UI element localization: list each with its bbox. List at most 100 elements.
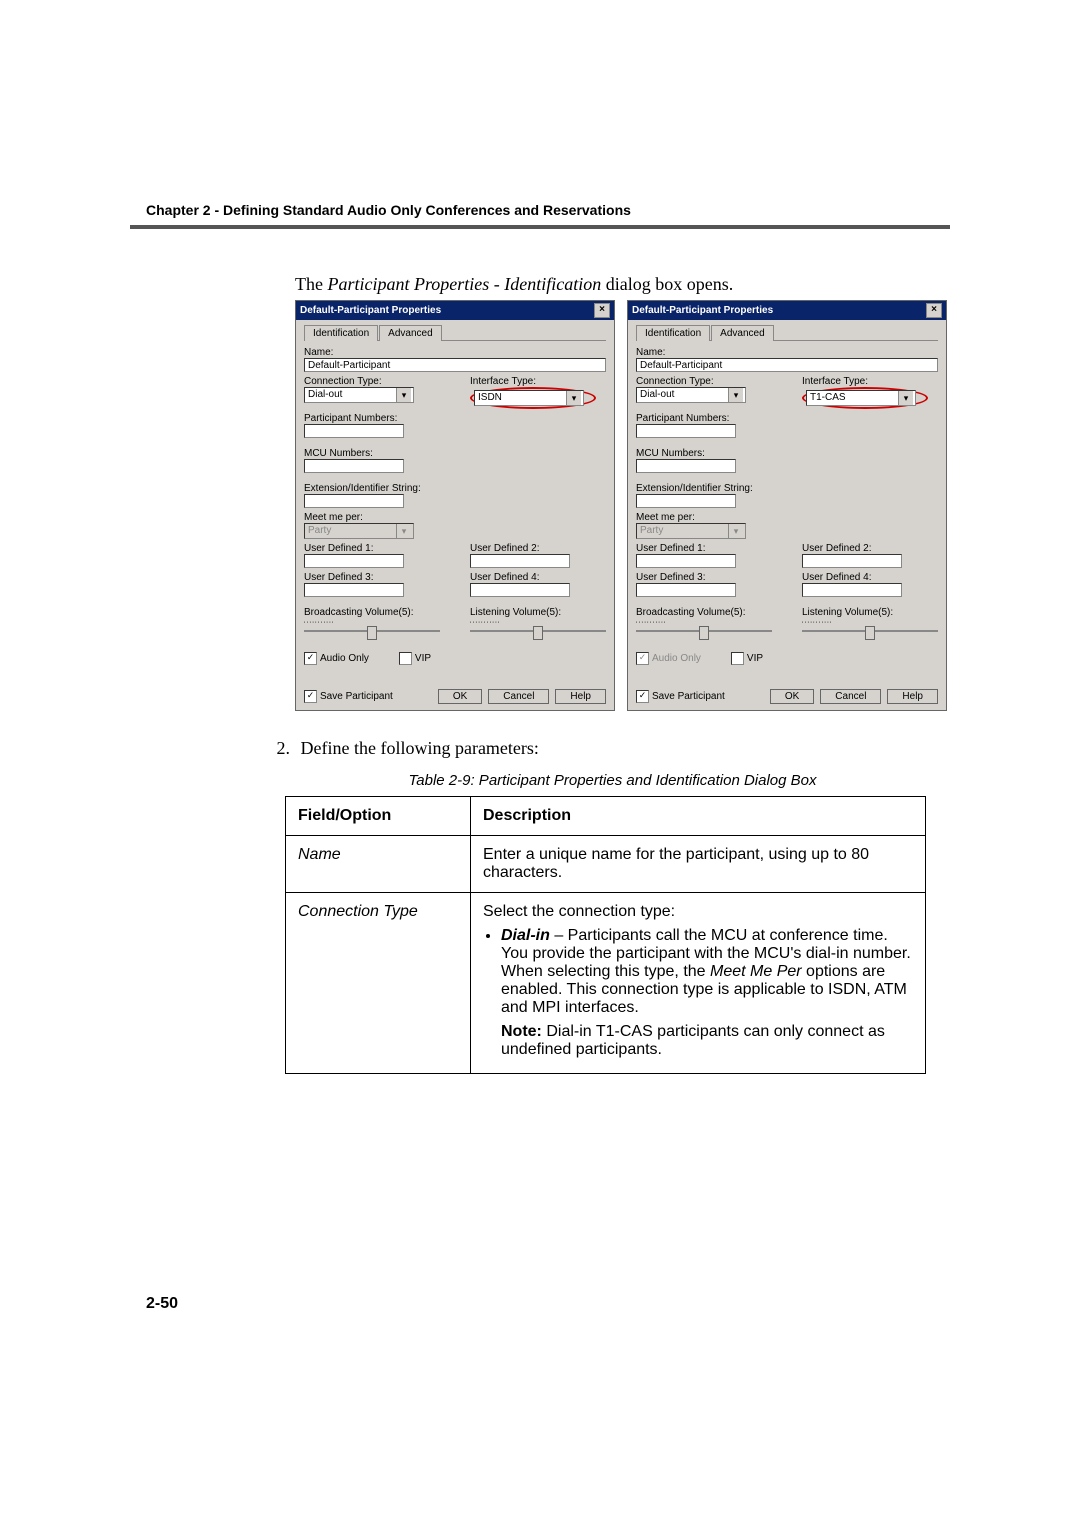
dialog-left: Default-Participant Properties × Identif… bbox=[295, 300, 615, 711]
listening-volume-label: Listening Volume(5): bbox=[470, 607, 606, 618]
iface-type-select[interactable]: T1-CAS bbox=[806, 390, 916, 406]
meet-me-select: Party bbox=[636, 523, 746, 539]
checkbox-icon bbox=[399, 652, 412, 665]
tab-advanced[interactable]: Advanced bbox=[379, 325, 441, 341]
listening-volume-slider[interactable]: ' ' ' ' ' ' ' ' ' ' ' bbox=[470, 622, 606, 640]
ud3-label: User Defined 3: bbox=[636, 572, 772, 583]
meet-me-select: Party bbox=[304, 523, 414, 539]
ok-button[interactable]: OK bbox=[438, 689, 482, 704]
ext-id-label: Extension/Identifier String: bbox=[636, 483, 938, 494]
cell-field: Connection Type bbox=[286, 893, 471, 1074]
intro-suffix: dialog box opens. bbox=[601, 274, 733, 294]
ud4-input[interactable] bbox=[802, 583, 902, 597]
step-text: Define the following parameters: bbox=[301, 738, 539, 758]
mcu-numbers-label: MCU Numbers: bbox=[304, 448, 606, 459]
tab-strip: Identification Advanced bbox=[636, 324, 938, 341]
save-participant-checkbox[interactable]: Save Participant bbox=[304, 690, 393, 703]
listening-volume-slider[interactable]: ' ' ' ' ' ' ' ' ' ' ' bbox=[802, 622, 938, 640]
cell-desc: Enter a unique name for the participant,… bbox=[471, 836, 926, 893]
help-button[interactable]: Help bbox=[555, 689, 606, 704]
tab-identification[interactable]: Identification bbox=[304, 325, 378, 341]
ud2-input[interactable] bbox=[802, 554, 902, 568]
participant-numbers-input[interactable] bbox=[636, 424, 736, 438]
header-rule bbox=[130, 225, 950, 229]
ud3-input[interactable] bbox=[304, 583, 404, 597]
bullet-italic: Meet Me Per bbox=[710, 963, 802, 980]
iface-type-label: Interface Type: bbox=[802, 376, 938, 387]
cell-desc: Select the connection type: Dial-in – Pa… bbox=[471, 893, 926, 1074]
bullet-term: Dial-in bbox=[501, 927, 550, 944]
help-button[interactable]: Help bbox=[887, 689, 938, 704]
ud2-input[interactable] bbox=[470, 554, 570, 568]
ud3-input[interactable] bbox=[636, 583, 736, 597]
name-input[interactable]: Default-Participant bbox=[304, 358, 606, 372]
dialog-title-bar: Default-Participant Properties × bbox=[296, 301, 614, 320]
ud1-input[interactable] bbox=[304, 554, 404, 568]
save-participant-label: Save Participant bbox=[320, 691, 393, 702]
conn-type-select[interactable]: Dial-out bbox=[636, 387, 746, 403]
dialog-title: Default-Participant Properties bbox=[300, 305, 441, 316]
checkbox-icon bbox=[636, 652, 649, 665]
ud1-input[interactable] bbox=[636, 554, 736, 568]
highlight-circle: T1-CAS bbox=[802, 387, 928, 409]
vip-label: VIP bbox=[415, 653, 431, 664]
ext-id-input[interactable] bbox=[636, 494, 736, 508]
close-icon[interactable]: × bbox=[594, 303, 610, 318]
mcu-numbers-input[interactable] bbox=[304, 459, 404, 473]
tab-identification[interactable]: Identification bbox=[636, 325, 710, 341]
checkbox-icon bbox=[304, 652, 317, 665]
ext-id-label: Extension/Identifier String: bbox=[304, 483, 606, 494]
save-participant-checkbox[interactable]: Save Participant bbox=[636, 690, 725, 703]
iface-type-label: Interface Type: bbox=[470, 376, 606, 387]
table-row: Connection Type Select the connection ty… bbox=[286, 893, 926, 1074]
broadcast-volume-slider[interactable]: ' ' ' ' ' ' ' ' ' ' ' bbox=[304, 622, 440, 640]
checkbox-icon bbox=[731, 652, 744, 665]
name-label: Name: bbox=[304, 347, 606, 358]
name-input[interactable]: Default-Participant bbox=[636, 358, 938, 372]
table-caption: Table 2-9: Participant Properties and Id… bbox=[295, 772, 930, 789]
table-row: Name Enter a unique name for the partici… bbox=[286, 836, 926, 893]
field-table: Field/Option Description Name Enter a un… bbox=[285, 796, 926, 1074]
broadcast-volume-label: Broadcasting Volume(5): bbox=[304, 607, 440, 618]
tab-advanced[interactable]: Advanced bbox=[711, 325, 773, 341]
close-icon[interactable]: × bbox=[926, 303, 942, 318]
cancel-button[interactable]: Cancel bbox=[820, 689, 881, 704]
col-field: Field/Option bbox=[286, 797, 471, 836]
page-number: 2-50 bbox=[146, 1295, 178, 1313]
ok-button[interactable]: OK bbox=[770, 689, 814, 704]
step-2: 2. Define the following parameters: bbox=[260, 738, 539, 759]
cell-field: Name bbox=[286, 836, 471, 893]
participant-numbers-label: Participant Numbers: bbox=[636, 413, 938, 424]
dialog-right: Default-Participant Properties × Identif… bbox=[627, 300, 947, 711]
audio-only-checkbox[interactable]: Audio Only bbox=[304, 652, 369, 665]
intro-dialog-name: Participant Properties - Identification bbox=[327, 274, 601, 294]
col-desc: Description bbox=[471, 797, 926, 836]
checkbox-icon bbox=[636, 690, 649, 703]
listening-volume-label: Listening Volume(5): bbox=[802, 607, 938, 618]
vip-checkbox[interactable]: VIP bbox=[731, 652, 763, 665]
conn-type-select[interactable]: Dial-out bbox=[304, 387, 414, 403]
dialog-title-bar: Default-Participant Properties × bbox=[628, 301, 946, 320]
ud4-label: User Defined 4: bbox=[470, 572, 606, 583]
conn-type-label: Connection Type: bbox=[304, 376, 440, 387]
intro-text: The Participant Properties - Identificat… bbox=[295, 274, 733, 295]
iface-type-select[interactable]: ISDN bbox=[474, 390, 584, 406]
ext-id-input[interactable] bbox=[304, 494, 404, 508]
table-header-row: Field/Option Description bbox=[286, 797, 926, 836]
ud3-label: User Defined 3: bbox=[304, 572, 440, 583]
meet-me-label: Meet me per: bbox=[304, 512, 606, 523]
cancel-button[interactable]: Cancel bbox=[488, 689, 549, 704]
note-text: Dial-in T1-CAS participants can only con… bbox=[501, 1023, 885, 1058]
meet-me-label: Meet me per: bbox=[636, 512, 938, 523]
ud4-input[interactable] bbox=[470, 583, 570, 597]
mcu-numbers-input[interactable] bbox=[636, 459, 736, 473]
vip-checkbox[interactable]: VIP bbox=[399, 652, 431, 665]
ud1-label: User Defined 1: bbox=[304, 543, 440, 554]
note-label: Note: bbox=[501, 1023, 542, 1040]
broadcast-volume-label: Broadcasting Volume(5): bbox=[636, 607, 772, 618]
audio-only-checkbox: Audio Only bbox=[636, 652, 701, 665]
broadcast-volume-slider[interactable]: ' ' ' ' ' ' ' ' ' ' ' bbox=[636, 622, 772, 640]
step-number: 2. bbox=[260, 738, 290, 759]
participant-numbers-input[interactable] bbox=[304, 424, 404, 438]
name-label: Name: bbox=[636, 347, 938, 358]
